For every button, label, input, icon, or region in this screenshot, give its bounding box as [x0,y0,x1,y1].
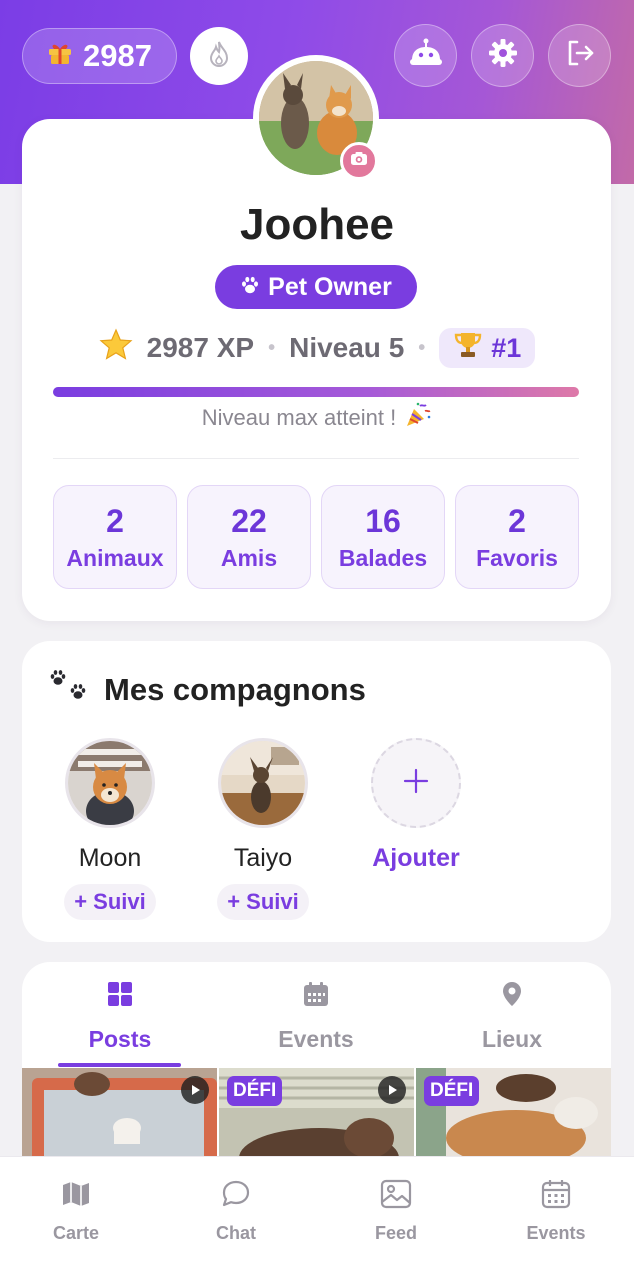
stat-label: Animaux [66,545,164,571]
tab-label: Events [278,1026,354,1052]
robot-icon [408,38,444,73]
companions-header: Mes compagnons [48,668,366,712]
gift-icon [47,38,73,74]
paw-icon [240,273,260,302]
role-label: Pet Owner [268,272,392,301]
pet-name: Moon [78,844,142,872]
progress-caption-text: Niveau max atteint ! [201,405,397,430]
pet-avatar [65,738,155,828]
xp-total: 2987 XP [146,332,255,363]
post-thumbnail-3[interactable]: DÉFI [416,1068,611,1168]
video-play-icon [181,1076,209,1104]
level-progress-fill [53,387,579,397]
nav-label: Carte [52,1223,100,1243]
pet-name: Taiyo [233,844,293,872]
assistant-button[interactable] [394,24,457,87]
logout-button[interactable] [548,24,611,87]
progress-caption: Niveau max atteint ! [0,402,634,434]
calendar-icon [302,980,330,1014]
tab-label: Posts [88,1026,152,1052]
follow-button[interactable]: + Suivi [217,884,309,920]
rank-badge[interactable]: #1 [439,328,536,368]
nav-label: Chat [216,1223,256,1243]
pet-avatar [218,738,308,828]
paw-prints-icon [48,668,90,712]
add-pet-button[interactable]: Ajouter [356,738,476,874]
nav-chat[interactable]: Chat [176,1178,296,1244]
pet-card-taiyo[interactable]: Taiyo + Suivi [203,738,323,920]
tab-places[interactable]: Lieux [414,980,610,1053]
streak-button[interactable] [190,27,248,85]
stat-friends[interactable]: 22 Amis [187,485,311,589]
nav-events[interactable]: Events [496,1178,616,1244]
card-divider [53,458,579,459]
grid-icon [106,980,134,1014]
level-progress-bar [53,387,579,397]
nav-label: Events [526,1223,586,1243]
flame-icon [207,40,231,73]
add-pet-circle [371,738,461,828]
stat-label: Balades [338,545,428,571]
username: Joohee [239,200,395,249]
trophy-icon [453,330,483,367]
role-badge: Pet Owner [215,265,417,309]
pet-card-moon[interactable]: Moon + Suivi [50,738,170,920]
stat-label: Amis [220,545,278,571]
plus-icon [402,767,430,800]
stat-pets[interactable]: 2 Animaux [53,485,177,589]
tab-events[interactable]: Events [218,980,414,1053]
image-icon [379,1178,413,1215]
stat-value: 2 [106,503,124,539]
challenge-badge: DÉFI [227,1076,283,1106]
star-icon [99,327,133,369]
stat-value: 2 [508,503,526,539]
challenge-badge: DÉFI [424,1076,480,1106]
camera-icon [350,151,368,171]
nav-feed[interactable]: Feed [336,1178,456,1244]
post-thumbnail-2[interactable]: DÉFI [219,1068,414,1168]
separator-dot: • [418,336,426,359]
add-pet-label: Ajouter [372,844,460,872]
stat-walks[interactable]: 16 Balades [321,485,445,589]
nav-map[interactable]: Carte [16,1178,136,1244]
post-thumbnail-1[interactable] [22,1068,217,1168]
stat-value: 16 [365,503,401,539]
stat-favorites[interactable]: 2 Favoris [455,485,579,589]
level-text: Niveau 5 [289,332,405,363]
party-popper-icon [404,401,432,435]
xp-points-pill[interactable]: 2987 [22,28,177,84]
change-photo-button[interactable] [340,142,378,180]
tab-label: Lieux [481,1026,543,1052]
profile-screen: 2987 Joohee Pet Owner 2987 XP • Niveau 5… [0,0,634,1264]
separator-dot: • [268,336,276,359]
xp-points-value: 2987 [83,38,152,73]
pin-icon [500,980,524,1014]
settings-button[interactable] [471,24,534,87]
nav-label: Feed [374,1223,417,1243]
companions-title: Mes compagnons [104,672,366,707]
calendar-icon [540,1178,572,1215]
rank-value: #1 [491,332,522,363]
xp-level-row: 2987 XP • Niveau 5 • #1 [0,326,634,370]
tab-posts[interactable]: Posts [22,980,218,1053]
map-icon [60,1178,92,1215]
chat-icon [220,1178,252,1215]
video-play-icon [378,1076,406,1104]
active-tab-indicator [58,1063,181,1067]
stat-label: Favoris [476,545,558,571]
gear-icon [488,38,518,73]
follow-button[interactable]: + Suivi [64,884,156,920]
stat-value: 22 [231,503,267,539]
logout-icon [565,38,595,73]
